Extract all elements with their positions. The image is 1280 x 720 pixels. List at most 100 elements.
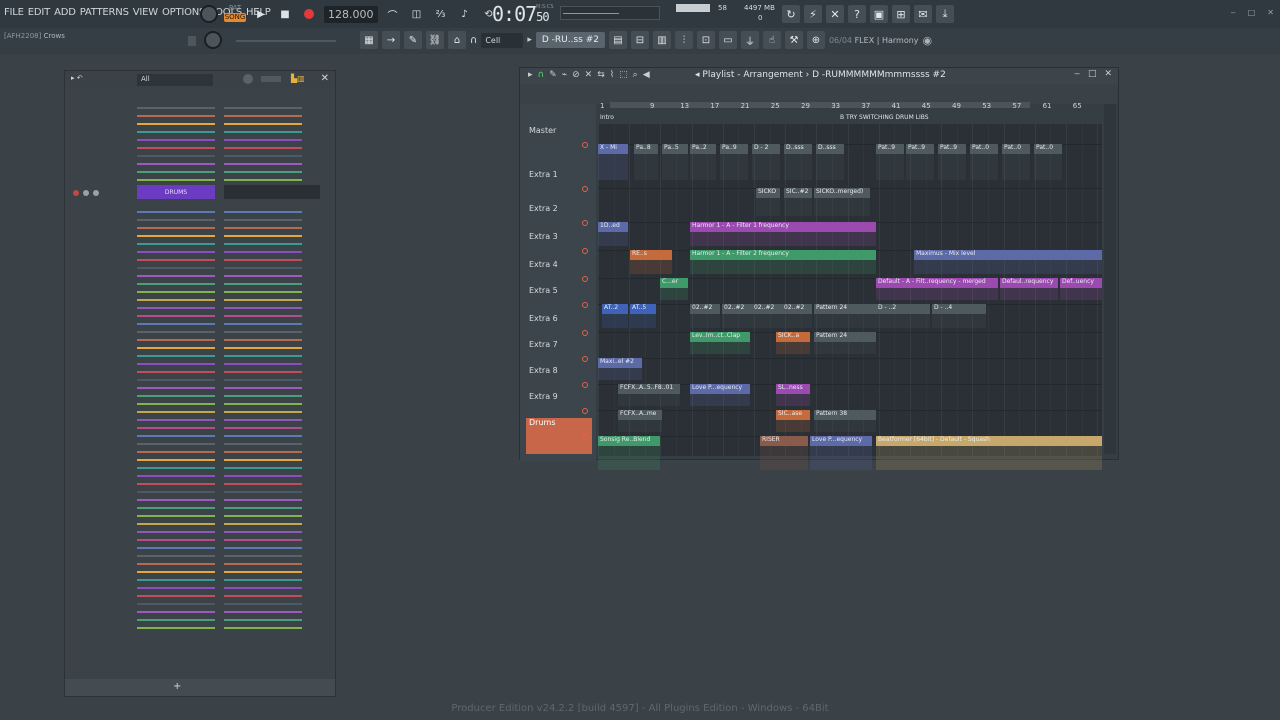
menu-add[interactable]: ADD <box>54 7 76 18</box>
channel-row-pattern[interactable] <box>137 355 215 357</box>
channel-row-pattern[interactable] <box>137 155 215 157</box>
channel-row-pattern[interactable] <box>137 443 215 445</box>
channel-row-steps[interactable] <box>224 531 302 533</box>
clip-body[interactable] <box>1060 288 1102 300</box>
channel-row-steps[interactable] <box>224 123 302 125</box>
channel-row-pattern[interactable] <box>137 267 215 269</box>
channel-row-steps[interactable] <box>224 107 302 109</box>
playlist-clip[interactable]: D..sss <box>816 144 844 154</box>
playlist-vertical-scrollbar[interactable] <box>1104 104 1116 454</box>
playlist-clip[interactable]: Harmor 1 - A - Filter 2 frequency <box>690 250 876 260</box>
clip-body[interactable] <box>618 420 662 432</box>
track-led-icon[interactable] <box>582 408 588 414</box>
channel-row-steps[interactable] <box>224 611 302 613</box>
channel-row-pattern[interactable] <box>137 539 215 541</box>
ruler-bar-1[interactable]: 1 <box>600 102 604 110</box>
playlist-clip[interactable]: Pat..9 <box>906 144 934 154</box>
channel-row-steps[interactable] <box>224 411 302 413</box>
step-edit-icon[interactable]: ♪ <box>456 5 474 23</box>
channel-row-pattern[interactable] <box>137 611 215 613</box>
channel-row-steps[interactable] <box>224 163 302 165</box>
clip-body[interactable] <box>876 446 1102 470</box>
playlist-clip[interactable]: C...er <box>660 278 688 288</box>
track-led-icon[interactable] <box>582 142 588 148</box>
track-led-icon[interactable] <box>582 248 588 254</box>
channel-row-steps[interactable] <box>224 627 302 629</box>
menu-file[interactable]: FILE <box>4 7 24 18</box>
playlist-clip[interactable]: Pat..0 <box>970 144 998 154</box>
channel-row-steps[interactable] <box>224 483 302 485</box>
menu-options[interactable]: OPTIONS <box>162 7 205 18</box>
playlist-slice-icon[interactable]: ⌇ <box>610 70 614 80</box>
rack-swing-slider[interactable] <box>261 76 281 82</box>
clip-body[interactable] <box>752 154 780 180</box>
playlist-clip[interactable]: SICKO <box>756 188 780 198</box>
track-led-icon[interactable] <box>582 382 588 388</box>
channel-row-pattern[interactable] <box>137 123 215 125</box>
clip-body[interactable] <box>1002 154 1030 180</box>
playlist-clip[interactable]: Sonsig Re..Blend <box>598 436 660 446</box>
clip-body[interactable] <box>598 232 628 246</box>
mixer-view-icon[interactable]: ⫶ <box>674 31 693 49</box>
channel-row-pattern[interactable] <box>137 475 215 477</box>
channel-row-pattern[interactable] <box>137 459 215 461</box>
channel-row-steps[interactable] <box>224 467 302 469</box>
harmony-display[interactable]: 06/04 FLEX | Harmony <box>829 36 919 45</box>
clip-body[interactable] <box>690 394 750 406</box>
channel-row-steps[interactable] <box>224 579 302 581</box>
browser-icon[interactable]: ⊡ <box>696 31 715 49</box>
track-label-extra-9[interactable]: Extra 9 <box>520 392 596 401</box>
playlist-clip[interactable]: Pattern 38 <box>814 410 876 420</box>
playlist-playback-icon[interactable]: ◀ <box>643 70 650 80</box>
channel-row-steps[interactable] <box>224 251 302 253</box>
channel-row-pattern[interactable] <box>137 283 215 285</box>
playlist-clip[interactable]: Pat..0 <box>1034 144 1062 154</box>
clip-body[interactable] <box>776 420 810 432</box>
channel-row-steps[interactable] <box>224 347 302 349</box>
channel-row-pattern[interactable] <box>137 563 215 565</box>
channel-row-pattern[interactable] <box>137 147 215 149</box>
playlist-clip[interactable]: 02..#2 <box>690 304 720 314</box>
menu-edit[interactable]: EDIT <box>28 7 50 18</box>
playlist-clip[interactable]: Lev..Im..ct..Clap <box>690 332 750 342</box>
ruler-bar-61[interactable]: 61 <box>1043 102 1052 110</box>
pattern-select[interactable]: D -RU..ss #2 <box>535 32 605 48</box>
chat-icon[interactable]: ✉ <box>914 5 932 23</box>
channel-row-steps[interactable] <box>224 315 302 317</box>
clip-body[interactable] <box>814 420 876 432</box>
track-label-extra-5[interactable]: Extra 5 <box>520 286 596 295</box>
channel-pan-knob[interactable] <box>83 190 89 196</box>
playlist-clip[interactable]: AT..2 <box>602 304 628 314</box>
clip-body[interactable] <box>814 198 870 216</box>
ruler-bar-53[interactable]: 53 <box>982 102 991 110</box>
channel-row-pattern[interactable] <box>137 163 215 165</box>
ruler-bar-49[interactable]: 49 <box>952 102 961 110</box>
track-label-extra-4[interactable]: Extra 4 <box>520 260 596 269</box>
clip-body[interactable] <box>814 314 876 328</box>
ruler-bar-25[interactable]: 25 <box>771 102 780 110</box>
pat-song-toggle[interactable]: PAT SONG <box>224 4 246 24</box>
clip-body[interactable] <box>816 154 844 180</box>
channel-row-steps[interactable] <box>224 459 302 461</box>
channel-row-pattern[interactable] <box>137 467 215 469</box>
magnet-icon[interactable]: ∩ <box>470 35 477 46</box>
rack-close-icon[interactable]: ✕ <box>321 73 329 84</box>
ruler-bar-17[interactable]: 17 <box>710 102 719 110</box>
channel-row-pattern[interactable] <box>137 523 215 525</box>
save-icon[interactable]: ▣ <box>870 5 888 23</box>
playlist-icon[interactable]: ▤ <box>608 31 627 49</box>
channel-row-steps[interactable] <box>224 219 302 221</box>
menu-view[interactable]: VIEW <box>133 7 158 18</box>
channel-volume-knob[interactable] <box>93 190 99 196</box>
clip-body[interactable] <box>784 154 812 180</box>
channel-row-steps[interactable] <box>224 395 302 397</box>
channel-row-steps[interactable] <box>224 259 302 261</box>
clip-body[interactable] <box>906 154 934 180</box>
clip-body[interactable] <box>756 198 780 216</box>
channel-rack-icon[interactable]: ⊟ <box>630 31 649 49</box>
tempo-display[interactable]: 128.000 <box>324 5 378 23</box>
undo-history-icon[interactable]: ↻ <box>782 5 800 23</box>
clip-body[interactable] <box>776 394 810 406</box>
channel-row-steps[interactable] <box>224 491 302 493</box>
clip-body[interactable] <box>782 314 812 328</box>
